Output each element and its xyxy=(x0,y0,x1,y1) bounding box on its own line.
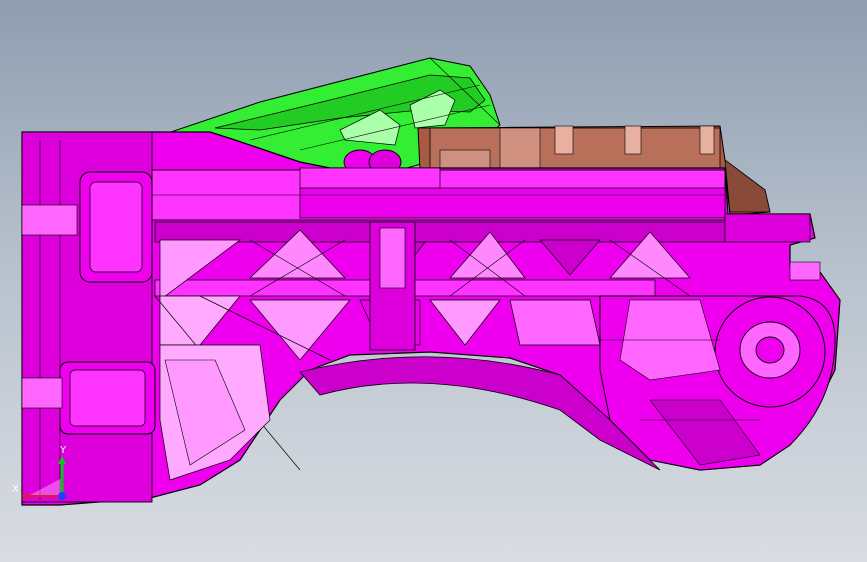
y-axis-label: Y xyxy=(59,445,67,456)
cad-model-view[interactable] xyxy=(0,0,867,562)
magenta-housing-part[interactable] xyxy=(21,131,841,506)
triad-plane-icon xyxy=(28,478,62,496)
coordinate-triad: Y X xyxy=(12,445,67,500)
z-axis-marker xyxy=(58,492,66,500)
x-axis-arrowhead xyxy=(22,493,28,499)
x-axis-label: X xyxy=(12,484,19,495)
y-axis-arrowhead xyxy=(58,456,66,464)
cad-viewport[interactable]: Y X xyxy=(0,0,867,562)
